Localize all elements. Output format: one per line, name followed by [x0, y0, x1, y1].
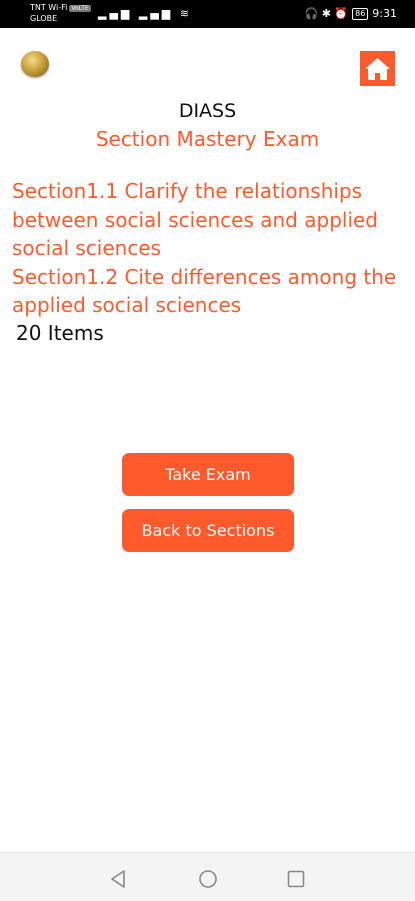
home-icon	[365, 57, 390, 80]
section-item: Section1.2 Cite differences among the ap…	[12, 264, 397, 318]
signal-wifi-icons: ▂▄▆ ▂▄▆ ≋	[98, 7, 192, 20]
carrier-name-2: GLOBE	[30, 14, 58, 23]
status-icons: 🎧 ✱ ⏰	[304, 7, 349, 20]
nav-home-icon[interactable]	[198, 869, 218, 889]
nav-recent-icon[interactable]	[286, 869, 306, 889]
clock: 9:31	[372, 7, 397, 20]
subject-title: DIASS	[178, 100, 237, 122]
section-item: Section1.1 Clarify the relationships bet…	[12, 179, 378, 260]
take-exam-button[interactable]: Take Exam	[122, 453, 294, 496]
battery-icon: 86	[352, 7, 369, 20]
carrier-name-1: TNT Wi-Fi	[30, 3, 68, 12]
home-button[interactable]	[360, 51, 395, 86]
status-bar: TNT Wi-Fi VoLTE GLOBE ▂▄▆ ▂▄▆ ≋ 🎧 ✱ ⏰ 86 …	[0, 0, 415, 28]
carrier-info: TNT Wi-Fi VoLTE GLOBE	[30, 3, 91, 24]
section-list: Section1.1 Clarify the relationships bet…	[12, 177, 407, 320]
back-to-sections-button[interactable]: Back to Sections	[122, 509, 294, 552]
system-nav-bar	[0, 852, 415, 901]
nav-back-icon[interactable]	[108, 869, 128, 889]
status-right: 🎧 ✱ ⏰ 86 9:31	[305, 7, 398, 20]
exam-title: Section Mastery Exam	[95, 127, 320, 151]
app-logo-icon	[21, 51, 49, 77]
items-count: 20 Items	[16, 321, 104, 345]
volte-badge: VoLTE	[69, 5, 91, 12]
